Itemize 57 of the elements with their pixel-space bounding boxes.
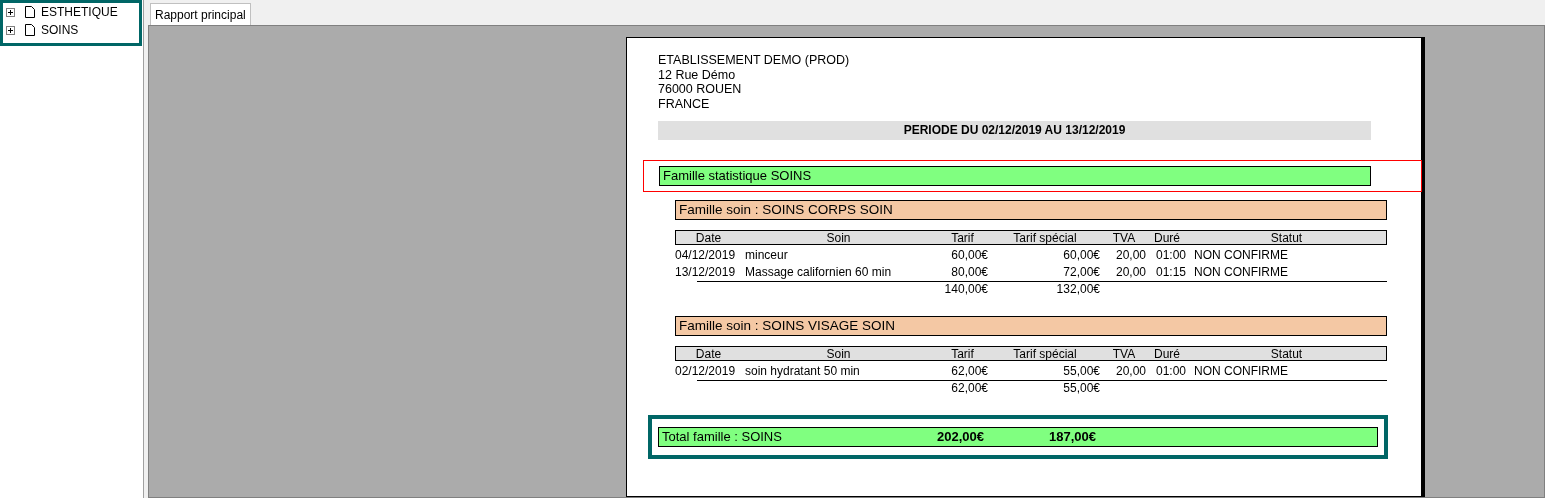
tab[interactable]: Rapport principal xyxy=(150,3,251,25)
expand-icon[interactable] xyxy=(6,7,15,17)
table-cell-text: Massage californien 60 min xyxy=(744,265,893,280)
document-icon xyxy=(23,5,37,19)
address-line: 76000 ROUEN xyxy=(658,82,743,97)
table-cell-text: 60,00€ xyxy=(950,248,988,263)
column-header: Tarif spécial xyxy=(1012,231,1078,244)
document-icon xyxy=(23,23,37,37)
total-label: Total famille : SOINS xyxy=(661,429,783,445)
column-header: Soin xyxy=(825,231,852,244)
table-cell-text: 80,00€ xyxy=(950,265,988,280)
table-cell-text: 20,00 xyxy=(1114,364,1146,379)
table-cell-text: 02/12/2019 xyxy=(675,364,737,379)
table-cell-text: 20,00 xyxy=(1114,248,1146,263)
total-cell-text: 140,00€ xyxy=(943,281,988,297)
table-cell-text: 04/12/2019 xyxy=(675,248,737,263)
tree-item[interactable]: ESTHETIQUE xyxy=(41,3,118,21)
table-cell-text: NON CONFIRME xyxy=(1193,364,1289,379)
tree-item[interactable]: SOINS xyxy=(41,21,79,39)
column-header: Date xyxy=(694,347,723,360)
family-banner: Famille statistique SOINS xyxy=(659,166,1371,186)
column-header: TVA xyxy=(1111,231,1137,244)
address-line: 12 Rue Démo xyxy=(658,67,737,82)
table-cell-text: NON CONFIRME xyxy=(1193,248,1289,263)
table-cell-text: 72,00€ xyxy=(1062,265,1100,280)
column-header: Tarif xyxy=(950,347,975,360)
group-banner: Famille soin : SOINS VISAGE SOIN xyxy=(675,316,1387,336)
table-cell-text: NON CONFIRME xyxy=(1193,265,1289,280)
total-value: 187,00€ xyxy=(1048,429,1096,445)
column-header: Statut xyxy=(1269,347,1304,360)
table-cell-text: 62,00€ xyxy=(950,364,988,379)
address-line: ETABLISSEMENT DEMO (PROD) xyxy=(658,53,851,68)
table-cell-text: minceur xyxy=(744,248,789,263)
total-cell-text: 62,00€ xyxy=(950,380,988,396)
table-cell-text: soin hydratant 50 min xyxy=(744,364,861,379)
table-cell-text: 13/12/2019 xyxy=(675,265,737,280)
table-cell-text: 20,00 xyxy=(1114,265,1146,280)
column-header: TVA xyxy=(1111,347,1137,360)
column-header: Duré xyxy=(1153,231,1181,244)
table-cell-text: 01:00 xyxy=(1154,364,1186,379)
column-header: Tarif spécial xyxy=(1012,347,1078,360)
total-cell-text: 55,00€ xyxy=(1062,380,1100,396)
table-cell-text: 55,00€ xyxy=(1062,364,1100,379)
column-header: Duré xyxy=(1153,347,1181,360)
table-cell-text: 01:00 xyxy=(1154,248,1186,263)
table-cell-text: 60,00€ xyxy=(1062,248,1100,263)
group-banner: Famille soin : SOINS CORPS SOIN xyxy=(675,200,1387,220)
total-cell-text: 132,00€ xyxy=(1055,281,1100,297)
total-value: 202,00€ xyxy=(936,429,984,445)
expand-icon[interactable] xyxy=(6,25,15,35)
column-header: Tarif xyxy=(950,231,975,244)
table-cell-text: 01:15 xyxy=(1154,265,1186,280)
period-heading: PERIODE DU 02/12/2019 AU 13/12/2019 xyxy=(658,121,1371,140)
address-line: FRANCE xyxy=(658,96,711,111)
column-header: Soin xyxy=(825,347,852,360)
column-header: Date xyxy=(694,231,723,244)
column-header: Statut xyxy=(1269,231,1304,244)
